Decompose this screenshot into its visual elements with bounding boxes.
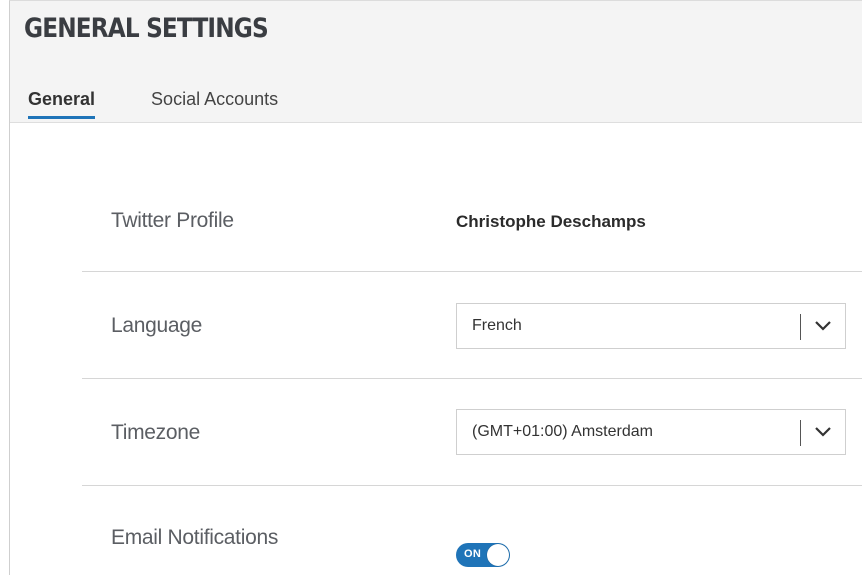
select-divider [800,420,801,446]
chevron-down-icon[interactable] [813,421,833,441]
email-notifications-row: Email Notifications ON [82,486,862,575]
email-notifications-toggle[interactable]: ON [456,543,510,567]
timezone-label: Timezone [111,421,201,444]
twitter-profile-row: Twitter Profile Christophe Deschamps [82,166,862,272]
select-divider [800,314,801,340]
toggle-state-text: ON [464,548,482,560]
language-row: Language French [82,272,862,379]
timezone-selected-value: (GMT+01:00) Amsterdam [472,423,653,440]
twitter-profile-value: Christophe Deschamps [456,212,646,231]
settings-header: GENERAL SETTINGS General Social Accounts [10,1,862,123]
language-label: Language [111,314,203,337]
tab-general[interactable]: General [28,89,96,119]
toggle-knob [487,544,509,566]
settings-window: GENERAL SETTINGS General Social Accounts… [9,0,862,575]
timezone-row: Timezone (GMT+01:00) Amsterdam [82,379,862,486]
tab-bar: General Social Accounts [28,89,334,119]
language-selected-value: French [472,317,522,334]
email-notifications-label: Email Notifications [111,526,279,549]
chevron-down-icon[interactable] [813,315,833,335]
twitter-profile-label: Twitter Profile [111,209,234,232]
timezone-select[interactable]: (GMT+01:00) Amsterdam [456,409,846,455]
page-title: GENERAL SETTINGS [24,13,269,44]
language-select[interactable]: French [456,303,846,349]
tab-social-accounts[interactable]: Social Accounts [151,89,278,119]
